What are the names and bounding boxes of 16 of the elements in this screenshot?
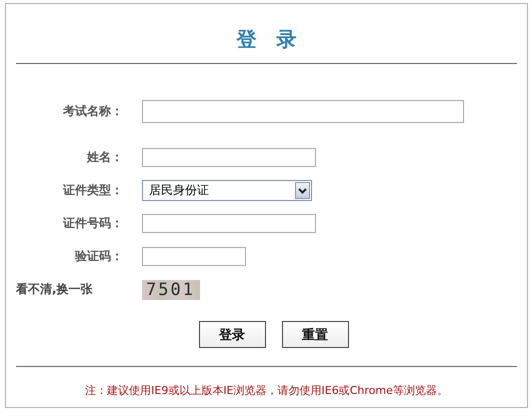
- reset-button[interactable]: 重置: [282, 321, 348, 348]
- input-field[interactable]: [142, 214, 316, 233]
- field-label: 证件类型：: [63, 182, 123, 199]
- refresh-captcha-link[interactable]: 看不清,换一张: [16, 281, 123, 298]
- field-label: 考试名称：: [63, 102, 123, 120]
- field-label: 验证码：: [75, 248, 123, 265]
- input-field[interactable]: [142, 148, 316, 167]
- input-field[interactable]: [142, 100, 464, 122]
- field-label: 姓名：: [87, 149, 123, 166]
- captcha-field[interactable]: [142, 247, 246, 266]
- browser-note: 注：建议使用IE9或以上版本IE浏览器，请勿使用IE6或Chrome等浏览器。: [85, 383, 448, 398]
- login-title: 登 录: [236, 26, 296, 53]
- login-button[interactable]: 登录: [198, 321, 266, 348]
- field-label: 证件号码：: [63, 215, 123, 232]
- type-dropdown[interactable]: 居民身份证: [142, 180, 312, 201]
- captcha-image[interactable]: 7501: [142, 280, 200, 300]
